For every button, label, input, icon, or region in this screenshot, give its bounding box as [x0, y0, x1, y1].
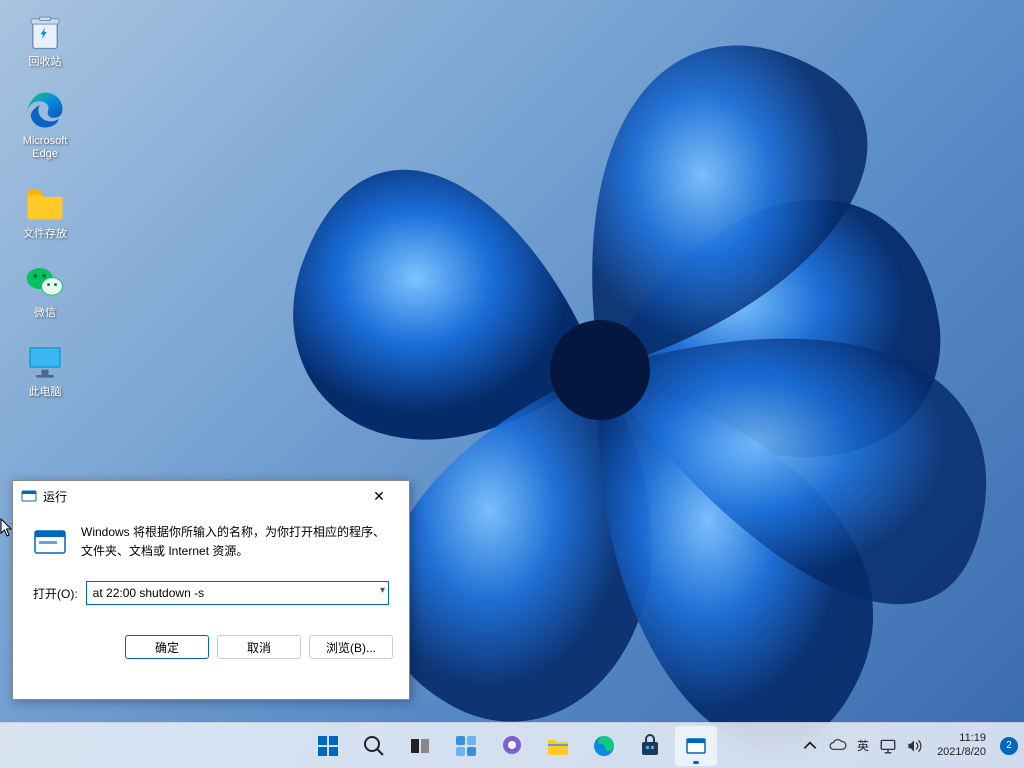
icon-label: 此电脑: [29, 386, 62, 399]
wechat-icon: [24, 261, 66, 303]
network-icon: [879, 737, 897, 755]
run-command-input[interactable]: [86, 581, 389, 605]
edge-taskbar-button[interactable]: [583, 726, 625, 766]
windows-icon: [316, 734, 340, 758]
ok-button[interactable]: 确定: [125, 635, 209, 659]
desktop-icon-edge[interactable]: Microsoft Edge: [10, 89, 80, 161]
run-dialog-title: 运行: [43, 488, 357, 505]
ime-indicator[interactable]: 英: [857, 737, 869, 755]
search-icon: [362, 734, 386, 758]
browse-button[interactable]: 浏览(B)...: [309, 635, 393, 659]
run-taskbar-button[interactable]: [675, 726, 717, 766]
folder-icon: [24, 182, 66, 224]
desktop-icon-folder[interactable]: 文件存放: [10, 182, 80, 241]
cloud-icon: [829, 737, 847, 755]
chat-icon: [500, 734, 524, 758]
run-icon: [684, 734, 708, 758]
desktop-icon-this-pc[interactable]: 此电脑: [10, 340, 80, 399]
open-label: 打开(O):: [33, 585, 78, 602]
icon-label: 文件存放: [23, 228, 67, 241]
run-dialog-titlebar[interactable]: 运行 ✕: [13, 481, 409, 511]
recycle-bin-icon: [24, 10, 66, 52]
search-button[interactable]: [353, 726, 395, 766]
taskbar-center-items: [307, 723, 717, 768]
widgets-button[interactable]: [445, 726, 487, 766]
icon-label: Microsoft Edge: [10, 135, 80, 161]
task-view-button[interactable]: [399, 726, 441, 766]
store-button[interactable]: [629, 726, 671, 766]
desktop-icons-area: 回收站 Microsoft Edge 文件存放 微信 此电脑: [10, 10, 80, 399]
widgets-icon: [454, 734, 478, 758]
system-tray: 英 11:19 2021/8/20 2: [801, 723, 1018, 768]
taskbar-clock[interactable]: 11:19 2021/8/20: [933, 732, 990, 758]
edge-icon: [592, 734, 616, 758]
run-description: Windows 将根据你所输入的名称，为你打开相应的程序、文件夹、文档或 Int…: [81, 523, 389, 561]
taskbar: 英 11:19 2021/8/20 2: [0, 722, 1024, 768]
cancel-button[interactable]: 取消: [217, 635, 301, 659]
edge-icon: [24, 89, 66, 131]
run-app-icon: [33, 525, 67, 559]
desktop-icon-recycle-bin[interactable]: 回收站: [10, 10, 80, 69]
run-window-icon: [21, 488, 37, 504]
desktop-icon-wechat[interactable]: 微信: [10, 261, 80, 320]
volume-tray[interactable]: [905, 737, 923, 755]
folder-icon: [546, 734, 570, 758]
icon-label: 微信: [34, 307, 56, 320]
chevron-up-icon: [801, 737, 819, 755]
notification-count: 2: [1006, 740, 1012, 751]
monitor-icon: [24, 340, 66, 382]
task-view-icon: [408, 734, 432, 758]
start-button[interactable]: [307, 726, 349, 766]
store-icon: [638, 734, 662, 758]
explorer-button[interactable]: [537, 726, 579, 766]
run-dialog: 运行 ✕ Windows 将根据你所输入的名称，为你打开相应的程序、文件夹、文档…: [12, 480, 410, 700]
clock-date: 2021/8/20: [937, 746, 986, 759]
notification-button[interactable]: 2: [1000, 737, 1018, 755]
icon-label: 回收站: [29, 56, 62, 69]
tray-overflow-button[interactable]: [801, 737, 819, 755]
clock-time: 11:19: [937, 732, 986, 745]
close-button[interactable]: ✕: [357, 482, 401, 510]
speaker-icon: [905, 737, 923, 755]
onedrive-tray[interactable]: [829, 737, 847, 755]
network-tray[interactable]: [879, 737, 897, 755]
chat-button[interactable]: [491, 726, 533, 766]
close-icon: ✕: [373, 488, 385, 505]
